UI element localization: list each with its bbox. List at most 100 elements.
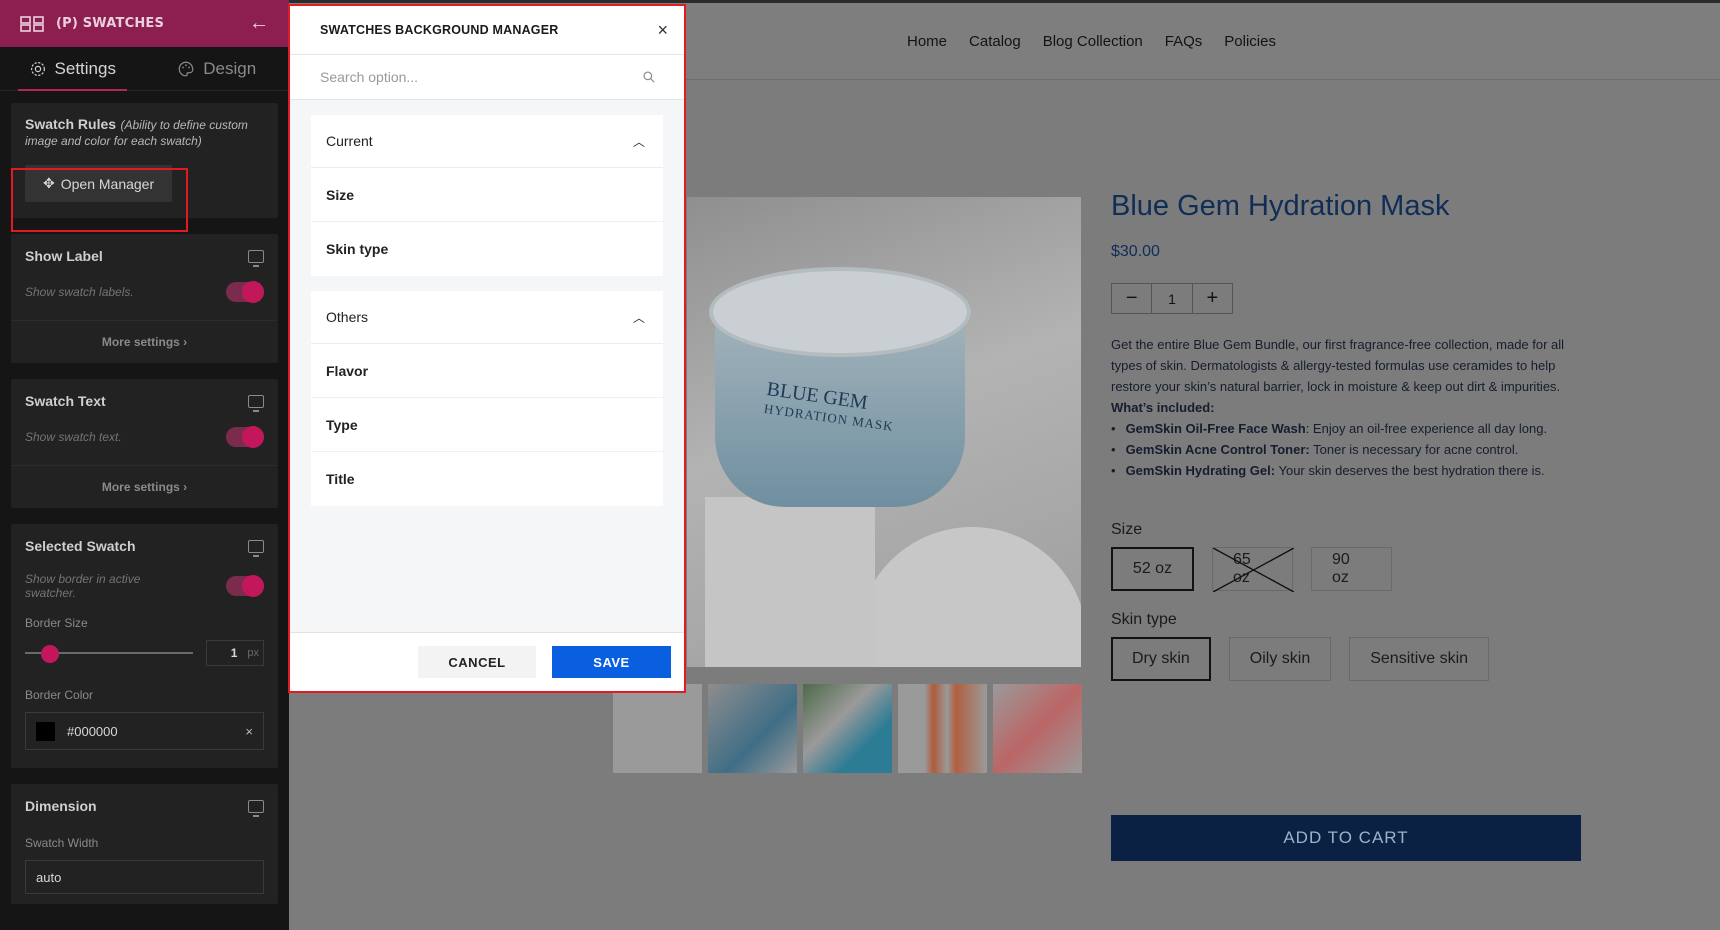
quantity-stepper: − 1 + — [1111, 283, 1233, 314]
sidebar-header: (P) SWATCHES ← — [0, 0, 289, 47]
search-icon[interactable] — [642, 70, 656, 84]
size-label: Size — [1111, 521, 1143, 538]
product-price: $30.00 — [1111, 243, 1160, 260]
color-swatch-preview[interactable] — [36, 721, 55, 741]
show-label-toggle[interactable] — [226, 281, 264, 303]
nav-links: Home Catalog Blog Collection FAQs Polici… — [907, 33, 1276, 50]
group-header[interactable]: Others ︿ — [311, 291, 663, 344]
swatch-rules-title: Swatch Rules — [25, 116, 117, 132]
chevron-up-icon[interactable]: ︿ — [633, 309, 645, 326]
show-label-title: Show Label — [25, 248, 103, 264]
option-group-others: Others ︿ Flavor Type Title — [311, 291, 663, 506]
swatch-width-input[interactable]: auto — [25, 860, 264, 894]
size-options: 52 oz 65 oz 90 oz — [1111, 547, 1581, 592]
dimension-section: Dimension Swatch Width auto — [11, 784, 278, 904]
selected-swatch-note: Show border in active swatcher. — [25, 572, 141, 600]
qty-plus-button[interactable]: + — [1193, 284, 1232, 313]
nav-catalog[interactable]: Catalog — [969, 33, 1021, 50]
swatches-background-manager-modal: SWATCHES BACKGROUND MANAGER × Current ︿ … — [288, 4, 686, 693]
close-icon[interactable]: × — [657, 20, 668, 41]
thumbnail[interactable] — [898, 684, 987, 773]
add-to-cart-button[interactable]: ADD TO CART — [1111, 815, 1581, 861]
sidebar: (P) SWATCHES ← Settings Design Swatch Ru… — [0, 0, 289, 930]
swatch-text-note: Show swatch text. — [25, 430, 122, 444]
option-item-title[interactable]: Title — [311, 452, 663, 506]
group-header[interactable]: Current ︿ — [311, 115, 663, 168]
skin-option-oily[interactable]: Oily skin — [1228, 637, 1332, 681]
product-description: Get the entire Blue Gem Bundle, our firs… — [1111, 334, 1581, 481]
modal-search — [290, 55, 684, 100]
search-input[interactable] — [320, 69, 642, 85]
open-manager-highlight — [11, 168, 188, 232]
skin-type-options: Dry skin Oily skin Sensitive skin — [1111, 637, 1581, 681]
swatch-width-label: Swatch Width — [25, 836, 99, 850]
swatch-text-title: Swatch Text — [25, 393, 106, 409]
option-group-current: Current ︿ Size Skin type — [311, 115, 663, 276]
nav-blog-collection[interactable]: Blog Collection — [1043, 33, 1143, 50]
nav-policies[interactable]: Policies — [1224, 33, 1276, 50]
back-arrow-icon[interactable]: ← — [249, 12, 269, 35]
product-main-image[interactable]: BLUE GEM HYDRATION MASK — [687, 197, 1081, 667]
sidebar-tabs: Settings Design — [0, 47, 289, 91]
size-option-65oz[interactable]: 65 oz — [1212, 547, 1294, 592]
desktop-icon[interactable] — [248, 799, 264, 817]
included-title: What’s included: — [1111, 400, 1215, 415]
cancel-button[interactable]: CANCEL — [418, 646, 536, 678]
size-option-90oz[interactable]: 90 oz — [1311, 547, 1392, 591]
desktop-icon[interactable] — [248, 539, 264, 557]
selected-swatch-title: Selected Swatch — [25, 538, 136, 554]
group-title: Current — [326, 133, 373, 149]
modal-body: Current ︿ Size Skin type Others ︿ Flavor… — [290, 100, 684, 506]
selected-swatch-section: Selected Swatch Show border in active sw… — [11, 524, 278, 768]
tab-settings[interactable]: Settings — [0, 47, 145, 91]
border-size-label: Border Size — [25, 616, 88, 630]
chevron-up-icon[interactable]: ︿ — [633, 133, 645, 150]
list-item: GemSkin Hydrating Gel: Your skin deserve… — [1111, 460, 1581, 481]
desktop-icon[interactable] — [248, 249, 264, 267]
thumbnail[interactable] — [993, 684, 1082, 773]
option-item-flavor[interactable]: Flavor — [311, 344, 663, 398]
border-size-input[interactable]: 1 px — [206, 640, 264, 666]
selected-swatch-toggle[interactable] — [226, 575, 264, 597]
included-list: GemSkin Oil-Free Face Wash: Enjoy an oil… — [1111, 418, 1581, 481]
list-item: GemSkin Acne Control Toner: Toner is nec… — [1111, 439, 1581, 460]
sidebar-title: (P) SWATCHES — [56, 16, 165, 31]
border-size-unit: px — [247, 647, 259, 659]
nav-home[interactable]: Home — [907, 33, 947, 50]
description-text: Get the entire Blue Gem Bundle, our firs… — [1111, 337, 1565, 394]
swatches-logo-icon — [20, 15, 44, 32]
size-option-52oz[interactable]: 52 oz — [1111, 547, 1194, 591]
option-item-size[interactable]: Size — [311, 168, 663, 222]
border-color-field[interactable]: #000000 × — [25, 712, 264, 750]
border-size-slider[interactable] — [25, 645, 193, 663]
qty-minus-button[interactable]: − — [1112, 284, 1151, 313]
thumbnail[interactable] — [708, 684, 797, 773]
gear-icon — [30, 61, 45, 76]
qty-value[interactable]: 1 — [1151, 284, 1193, 313]
show-label-more-settings[interactable]: More settings › — [11, 320, 278, 363]
border-color-label: Border Color — [25, 688, 94, 702]
show-label-note: Show swatch labels. — [25, 285, 134, 299]
border-size-value: 1 — [230, 646, 238, 660]
modal-title: SWATCHES BACKGROUND MANAGER — [320, 23, 559, 37]
desktop-icon[interactable] — [248, 394, 264, 412]
swatch-text-more-settings[interactable]: More settings › — [11, 465, 278, 508]
thumbnail[interactable] — [803, 684, 892, 773]
list-item: GemSkin Oil-Free Face Wash: Enjoy an oil… — [1111, 418, 1581, 439]
unavailable-cross-icon — [1213, 548, 1294, 592]
product-title: Blue Gem Hydration Mask — [1111, 190, 1450, 222]
clear-icon[interactable]: × — [245, 724, 253, 739]
border-color-value: #000000 — [67, 723, 118, 739]
swatch-text-toggle[interactable] — [226, 426, 264, 448]
tab-design-label: Design — [203, 58, 257, 78]
tab-design[interactable]: Design — [145, 47, 290, 90]
thumbnail[interactable] — [613, 684, 702, 773]
skin-option-dry[interactable]: Dry skin — [1111, 637, 1211, 681]
option-item-type[interactable]: Type — [311, 398, 663, 452]
palette-icon — [178, 61, 194, 76]
save-button[interactable]: SAVE — [552, 646, 671, 678]
option-item-skin-type[interactable]: Skin type — [311, 222, 663, 276]
nav-faqs[interactable]: FAQs — [1165, 33, 1203, 50]
skin-option-sensitive[interactable]: Sensitive skin — [1349, 637, 1490, 681]
group-title: Others — [326, 309, 369, 325]
